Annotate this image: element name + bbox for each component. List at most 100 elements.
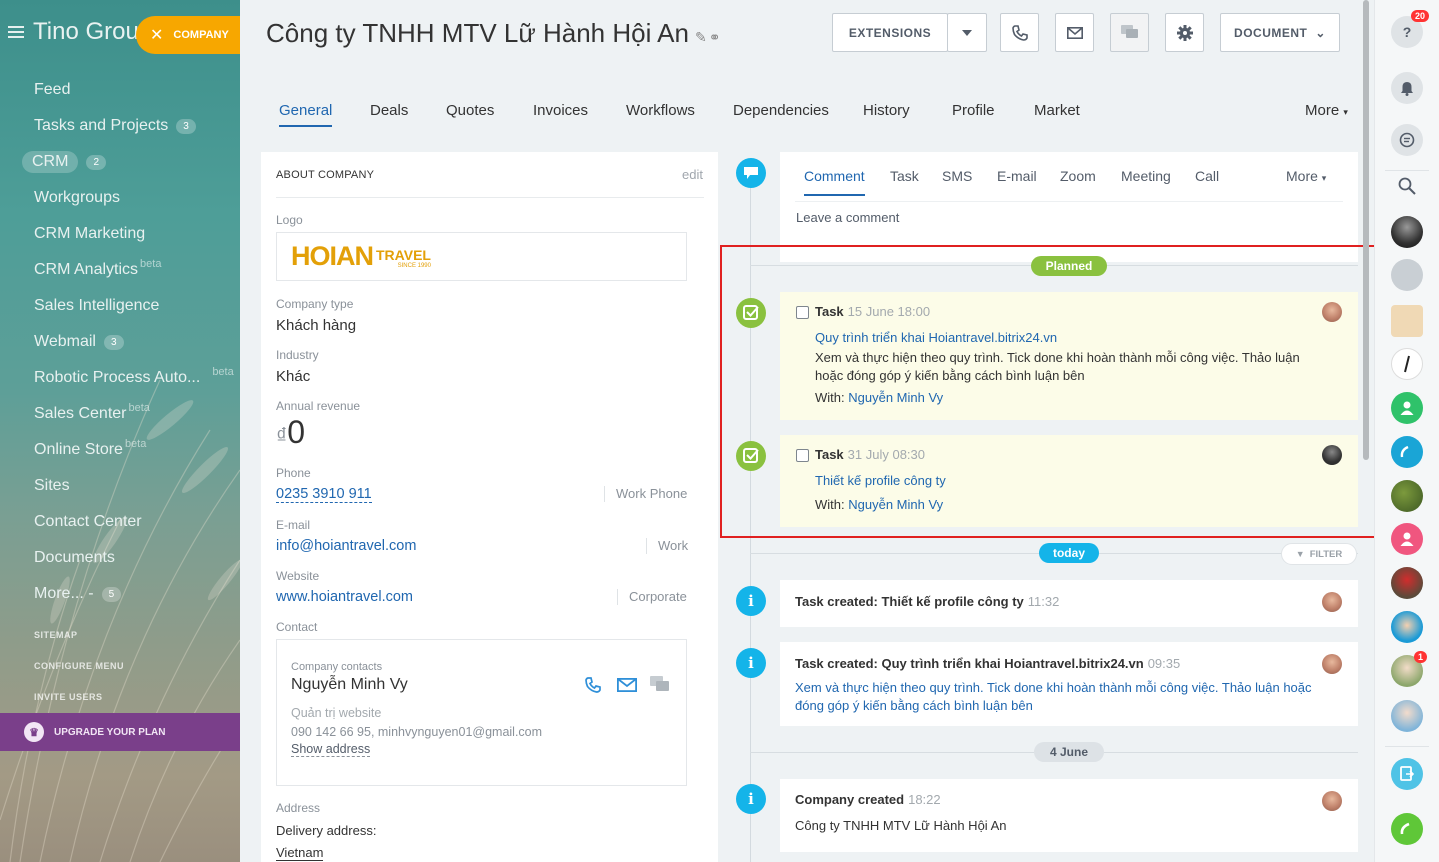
sidebar-item-label: CRM Marketing: [34, 225, 146, 242]
phone-type: Work Phone: [604, 486, 687, 502]
tab-more-label: More: [1305, 102, 1340, 119]
counter-badge: 3: [103, 334, 124, 350]
sidebar-item-online-store[interactable]: Online Store beta: [34, 432, 234, 468]
sidebar-item-contact-center[interactable]: Contact Center: [34, 504, 234, 540]
chat-counter-badge: 1: [1413, 651, 1427, 663]
company-slider-button[interactable]: ✕ COMPANY: [136, 16, 240, 54]
tab-general[interactable]: General: [279, 102, 333, 127]
editor-tab-comment[interactable]: Comment: [804, 168, 865, 196]
user-avatar[interactable]: [1391, 305, 1423, 337]
call-button[interactable]: [1000, 13, 1039, 52]
history-time: 11:32: [1027, 594, 1060, 609]
contact-name[interactable]: Nguyễn Minh Vy: [291, 676, 408, 694]
edit-pencil-icon[interactable]: ✎: [695, 29, 707, 45]
editor-tab-sms[interactable]: SMS: [942, 168, 972, 184]
tab-more[interactable]: More ▾: [1305, 102, 1348, 119]
history-item-3: Company created 18:22 Công ty TNHH MTV Lữ…: [780, 779, 1358, 852]
invite-users-link[interactable]: INVITE USERS: [34, 692, 103, 702]
group-chat-icon[interactable]: [1391, 392, 1423, 424]
extensions-dropdown-button[interactable]: [947, 13, 987, 52]
document-button[interactable]: DOCUMENT ⌄: [1220, 13, 1340, 52]
history-description-link[interactable]: Xem và thực hiện theo quy trình. Tick do…: [795, 679, 1315, 715]
user-avatar[interactable]: [1391, 700, 1423, 732]
tab-quotes[interactable]: Quotes: [446, 102, 494, 119]
avatar[interactable]: [1322, 654, 1342, 674]
tab-deals[interactable]: Deals: [370, 102, 408, 119]
history-title: Task created: Thiết kế profile công ty 11…: [795, 594, 1059, 609]
email-link[interactable]: info@hoiantravel.com: [276, 538, 416, 554]
contact-mail-icon[interactable]: [617, 678, 637, 692]
contact-chat-icon[interactable]: [650, 676, 670, 694]
avatar[interactable]: [1322, 791, 1342, 811]
edit-link[interactable]: edit: [682, 167, 703, 182]
user-avatar[interactable]: [1391, 480, 1423, 512]
counter-badge: 3: [176, 118, 196, 134]
configure-menu-link[interactable]: CONFIGURE MENU: [34, 661, 124, 671]
phone-link[interactable]: 0235 3910 911: [276, 486, 372, 503]
user-avatar[interactable]: [1391, 259, 1423, 291]
portal-title[interactable]: Tino Grou: [33, 18, 139, 46]
phone-call-icon[interactable]: [1391, 813, 1423, 845]
main-scrollbar[interactable]: [1363, 0, 1369, 460]
company-type-value: Khách hàng: [276, 317, 357, 334]
chat-bubble-icon[interactable]: [1391, 124, 1423, 156]
sidebar-item-sales-intelligence[interactable]: Sales Intelligence: [34, 288, 234, 324]
settings-button[interactable]: [1165, 13, 1204, 52]
editor-more-label: More: [1286, 168, 1318, 184]
sidebar-item-crm-analytics[interactable]: CRM Analytics beta: [34, 252, 234, 288]
show-address-link[interactable]: Show address: [291, 742, 371, 757]
help-icon[interactable]: ? 20: [1391, 10, 1429, 48]
tab-history[interactable]: History: [863, 102, 910, 119]
user-avatar[interactable]: 1: [1391, 651, 1427, 687]
sidebar-item-crm[interactable]: CRM 2: [22, 144, 234, 180]
user-avatar[interactable]: [1391, 523, 1423, 555]
search-icon[interactable]: [1391, 170, 1423, 202]
editor-tab-meeting[interactable]: Meeting: [1121, 168, 1171, 184]
email-button[interactable]: [1055, 13, 1094, 52]
contact-phone-icon[interactable]: [584, 676, 602, 694]
user-avatar[interactable]: [1391, 348, 1423, 380]
user-avatar[interactable]: [1391, 567, 1423, 599]
tab-profile[interactable]: Profile: [952, 102, 995, 119]
bell-icon[interactable]: [1391, 72, 1423, 104]
tab-dependencies[interactable]: Dependencies: [733, 102, 829, 119]
history-title-text: Task created: Quy trình triển khai Hoian…: [795, 656, 1144, 671]
editor-tab-call[interactable]: Call: [1195, 168, 1219, 184]
info-icon: i: [736, 784, 766, 814]
filter-button[interactable]: ▼ FILTER: [1281, 543, 1357, 565]
link-icon[interactable]: ⚭: [709, 29, 721, 45]
chat-button[interactable]: [1110, 13, 1149, 52]
editor-tab-email[interactable]: E-mail: [997, 168, 1037, 184]
user-avatar[interactable]: [1391, 216, 1423, 248]
sidebar-item-workgroups[interactable]: Workgroups: [34, 180, 234, 216]
tab-workflows[interactable]: Workflows: [626, 102, 695, 119]
comment-input[interactable]: Leave a comment: [796, 210, 899, 225]
editor-tab-more[interactable]: More ▾: [1286, 168, 1326, 184]
upgrade-plan-button[interactable]: ♛ UPGRADE YOUR PLAN: [0, 713, 240, 751]
sidebar-item-tasks[interactable]: Tasks and Projects 3: [34, 108, 234, 144]
sidebar-item-more[interactable]: More... - 5: [34, 576, 234, 612]
sidebar-item-label: Sites: [34, 477, 70, 494]
sidebar-item-feed[interactable]: Feed: [34, 72, 234, 108]
editor-tab-task[interactable]: Task: [890, 168, 919, 184]
sitemap-link[interactable]: SITEMAP: [34, 630, 78, 640]
call-icon[interactable]: [1391, 436, 1423, 468]
menu-icon[interactable]: [8, 26, 24, 38]
user-avatar[interactable]: [1391, 611, 1423, 643]
sidebar-item-webmail[interactable]: Webmail 3: [34, 324, 234, 360]
sidebar-item-label: More... -: [34, 585, 94, 602]
screen-share-icon[interactable]: [1391, 758, 1423, 790]
website-link[interactable]: www.hoiantravel.com: [276, 589, 413, 605]
sidebar-item-documents[interactable]: Documents: [34, 540, 234, 576]
tab-invoices[interactable]: Invoices: [533, 102, 588, 119]
sidebar-item-rpa[interactable]: Robotic Process Auto... beta: [34, 360, 234, 396]
tab-market[interactable]: Market: [1034, 102, 1080, 119]
extensions-button[interactable]: EXTENSIONS: [832, 13, 948, 52]
close-icon[interactable]: ✕: [150, 25, 163, 45]
sidebar-item-crm-marketing[interactable]: CRM Marketing: [34, 216, 234, 252]
editor-tab-zoom[interactable]: Zoom: [1060, 168, 1096, 184]
sidebar-item-sites[interactable]: Sites: [34, 468, 234, 504]
sidebar-item-sales-center[interactable]: Sales Center beta: [34, 396, 234, 432]
sidebar-item-label: Robotic Process Auto...: [34, 369, 201, 386]
avatar[interactable]: [1322, 592, 1342, 612]
